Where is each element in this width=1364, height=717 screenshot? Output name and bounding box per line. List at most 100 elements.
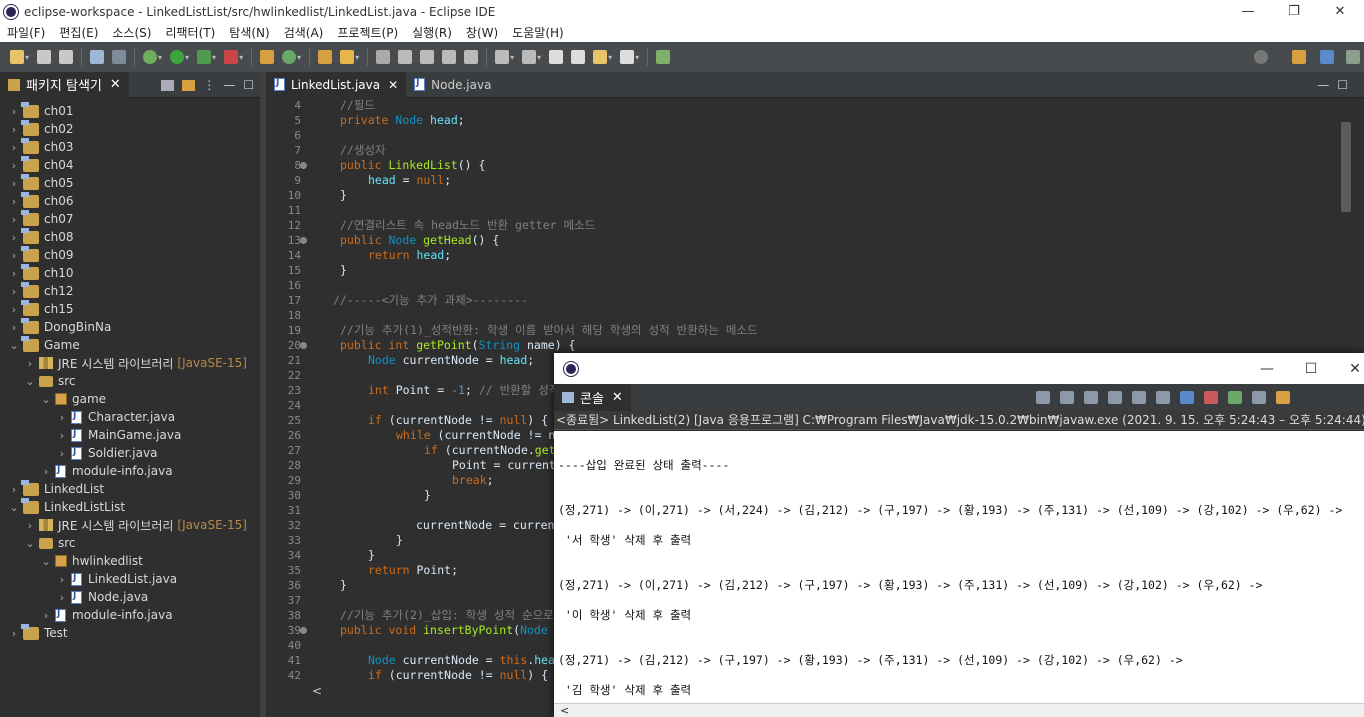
tree-item[interactable]: › ch06 xyxy=(8,191,73,210)
run-icon[interactable] xyxy=(170,50,185,64)
tree-item[interactable]: › ch12 xyxy=(8,281,73,300)
chevron-right-icon[interactable]: › xyxy=(24,357,36,370)
tree-item[interactable]: › JRE 시스템 라이브러리 [JavaSE-15] xyxy=(24,516,247,534)
chevron-right-icon[interactable]: › xyxy=(56,591,68,604)
java-perspective-icon[interactable] xyxy=(1320,50,1334,64)
chevron-right-icon[interactable]: › xyxy=(56,447,68,460)
maximize-view-icon[interactable]: ☐ xyxy=(1337,78,1348,92)
chevron-down-icon[interactable]: ⌄ xyxy=(8,339,20,352)
console-output[interactable]: ----삽입 완료된 상태 출력---- (정,271) -> (이,271) … xyxy=(554,431,1364,703)
minimize-view-icon[interactable]: — xyxy=(1317,78,1329,92)
coverage-icon[interactable] xyxy=(197,50,212,64)
tree-item[interactable]: ⌄ src xyxy=(24,372,75,390)
tree-item[interactable]: › Soldier.java xyxy=(56,444,158,462)
tree-item[interactable]: › LinkedList xyxy=(8,479,104,498)
chevron-right-icon[interactable]: › xyxy=(8,123,20,136)
chevron-right-icon[interactable]: › xyxy=(8,105,20,118)
tree-item[interactable]: ⌄ hwlinkedlist xyxy=(40,552,142,570)
pencil-icon[interactable] xyxy=(398,50,413,64)
save-icon[interactable] xyxy=(37,50,52,64)
tree-item[interactable]: › JRE 시스템 라이브러리 [JavaSE-15] xyxy=(24,354,247,372)
remove-all-launches-icon[interactable] xyxy=(1084,391,1098,404)
menu-project[interactable]: 프로젝트(P) xyxy=(330,24,405,41)
menu-source[interactable]: 소스(S) xyxy=(105,24,158,41)
menu-refactor[interactable]: 리팩터(T) xyxy=(158,24,222,41)
chevron-right-icon[interactable]: › xyxy=(8,195,20,208)
tree-item[interactable]: › ch03 xyxy=(8,137,73,156)
show-on-stdout-icon[interactable] xyxy=(1180,391,1194,404)
search-tool-icon[interactable] xyxy=(340,50,355,64)
view-menu-icon[interactable]: ⋮ xyxy=(203,78,215,92)
new-java-project-icon[interactable] xyxy=(260,50,275,64)
minimize-view-icon[interactable]: — xyxy=(223,78,235,92)
scroll-left-icon[interactable]: < xyxy=(312,684,322,698)
tree-item[interactable]: ⌄ game xyxy=(40,390,106,408)
previous-annotation-icon[interactable] xyxy=(522,50,537,64)
debug-icon[interactable] xyxy=(143,50,158,64)
chevron-right-icon[interactable]: › xyxy=(8,141,20,154)
console-view-icon[interactable] xyxy=(90,50,105,64)
skip-breakpoints-icon[interactable] xyxy=(112,50,127,64)
fold-toggle-icon[interactable] xyxy=(300,342,307,349)
tree-item[interactable]: › ch01 xyxy=(8,101,73,120)
last-edit-icon[interactable] xyxy=(549,50,564,64)
annotation-icon[interactable] xyxy=(376,50,391,64)
chevron-right-icon[interactable]: › xyxy=(8,303,20,316)
chevron-down-icon[interactable]: ⌄ xyxy=(40,393,52,406)
fold-toggle-icon[interactable] xyxy=(300,627,307,634)
scrollbar-thumb[interactable] xyxy=(1341,122,1351,212)
tree-item[interactable]: › Node.java xyxy=(56,588,148,606)
chevron-right-icon[interactable]: › xyxy=(40,609,52,622)
pin-console-icon[interactable] xyxy=(1228,391,1242,404)
console-close-button[interactable]: ✕ xyxy=(1332,353,1364,384)
chevron-right-icon[interactable]: › xyxy=(56,429,68,442)
tab-package-explorer[interactable]: 패키지 탐색기 ✕ xyxy=(0,71,129,98)
close-icon[interactable]: ✕ xyxy=(388,78,398,92)
clear-console-icon[interactable] xyxy=(1108,391,1122,404)
chevron-right-icon[interactable]: › xyxy=(8,231,20,244)
menu-navigate[interactable]: 탐색(N) xyxy=(222,24,276,41)
tree-item[interactable]: › ch04 xyxy=(8,155,73,174)
block-selection-icon[interactable] xyxy=(420,50,435,64)
tree-item[interactable]: › ch09 xyxy=(8,245,73,264)
scroll-left-icon[interactable]: < xyxy=(560,704,569,717)
tree-item[interactable]: › module-info.java xyxy=(40,606,173,624)
close-button[interactable]: ✕ xyxy=(1317,0,1363,23)
tree-item[interactable]: ⌄ LinkedListList xyxy=(8,497,125,516)
chevron-right-icon[interactable]: › xyxy=(8,483,20,496)
fold-toggle-icon[interactable] xyxy=(300,237,307,244)
chevron-down-icon[interactable]: ⌄ xyxy=(40,555,52,568)
chevron-right-icon[interactable]: › xyxy=(8,213,20,226)
close-icon[interactable]: ✕ xyxy=(110,77,121,92)
open-type-icon[interactable] xyxy=(318,50,333,64)
menu-edit[interactable]: 편집(E) xyxy=(52,24,105,41)
display-selected-console-icon[interactable] xyxy=(1252,391,1266,404)
menu-run[interactable]: 실행(R) xyxy=(405,24,459,41)
chevron-right-icon[interactable]: › xyxy=(8,159,20,172)
chevron-right-icon[interactable]: › xyxy=(56,411,68,424)
chevron-right-icon[interactable]: › xyxy=(8,267,20,280)
tree-item[interactable]: › MainGame.java xyxy=(56,426,182,444)
menu-file[interactable]: 파일(F) xyxy=(0,24,52,41)
tree-item[interactable]: › DongBinNa xyxy=(8,317,111,336)
chevron-right-icon[interactable]: › xyxy=(8,285,20,298)
tree-item[interactable]: › ch05 xyxy=(8,173,73,192)
tree-item[interactable]: › ch15 xyxy=(8,299,73,318)
new-icon[interactable] xyxy=(10,50,24,64)
tree-item[interactable]: ⌄ src xyxy=(24,534,75,552)
back-icon[interactable] xyxy=(571,50,586,64)
terminate-icon[interactable] xyxy=(1036,391,1050,404)
chevron-right-icon[interactable]: › xyxy=(24,519,36,532)
console-horizontal-scrollbar[interactable]: < xyxy=(554,703,1364,717)
open-console-icon[interactable] xyxy=(1276,391,1290,404)
minimize-button[interactable]: — xyxy=(1225,0,1271,23)
menu-help[interactable]: 도움말(H) xyxy=(505,24,571,41)
tree-item[interactable]: › module-info.java xyxy=(40,462,173,480)
remove-launch-icon[interactable] xyxy=(1060,391,1074,404)
fold-toggle-icon[interactable] xyxy=(300,162,307,169)
tree-item[interactable]: ⌄ Game xyxy=(8,335,80,354)
link-with-editor-icon[interactable] xyxy=(182,79,196,91)
tree-item[interactable]: › ch07 xyxy=(8,209,73,228)
tab-console[interactable]: 콘솔 ✕ xyxy=(554,384,631,411)
tab-node-java[interactable]: Node.java xyxy=(406,72,499,98)
